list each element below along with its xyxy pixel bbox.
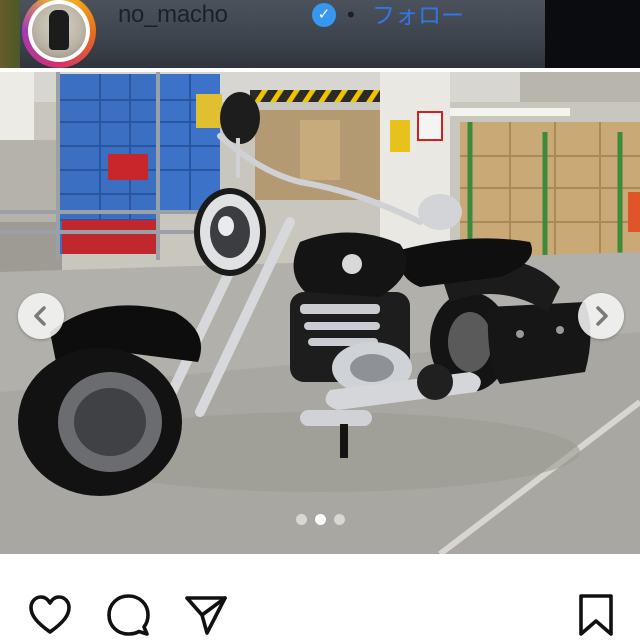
follow-button[interactable]: フォロー bbox=[372, 0, 464, 30]
avatar-ring-gap bbox=[28, 0, 90, 62]
save-button[interactable] bbox=[572, 591, 620, 639]
header-dark-panel bbox=[545, 0, 640, 68]
chevron-right-icon bbox=[596, 306, 608, 326]
avatar-figure bbox=[49, 10, 69, 50]
carousel-dot-2-active bbox=[315, 514, 326, 525]
chevron-left-icon bbox=[34, 306, 46, 326]
carousel-prev-button[interactable] bbox=[18, 293, 64, 339]
header-background bbox=[20, 0, 545, 68]
header-background-edge bbox=[0, 0, 20, 68]
carousel-dot-1 bbox=[296, 514, 307, 525]
share-icon bbox=[185, 596, 227, 635]
post-photo[interactable] bbox=[0, 72, 640, 554]
post-action-bar bbox=[0, 554, 640, 640]
carousel-indicator bbox=[296, 514, 348, 526]
carousel-dot-3 bbox=[334, 514, 345, 525]
username[interactable]: no_macho bbox=[118, 0, 228, 30]
comment-button[interactable] bbox=[104, 591, 152, 639]
avatar-photo bbox=[32, 4, 86, 58]
verified-badge-icon: ✓ bbox=[312, 3, 336, 27]
header-separator: • bbox=[347, 2, 355, 27]
motorcycle-photo bbox=[0, 72, 640, 554]
bookmark-icon bbox=[579, 594, 613, 636]
like-button[interactable] bbox=[26, 591, 74, 639]
post-header: no_macho ✓ • フォロー bbox=[0, 0, 640, 68]
share-button[interactable] bbox=[182, 591, 230, 639]
comment-icon bbox=[107, 594, 150, 636]
heart-icon bbox=[29, 595, 71, 634]
carousel-next-button[interactable] bbox=[578, 293, 624, 339]
